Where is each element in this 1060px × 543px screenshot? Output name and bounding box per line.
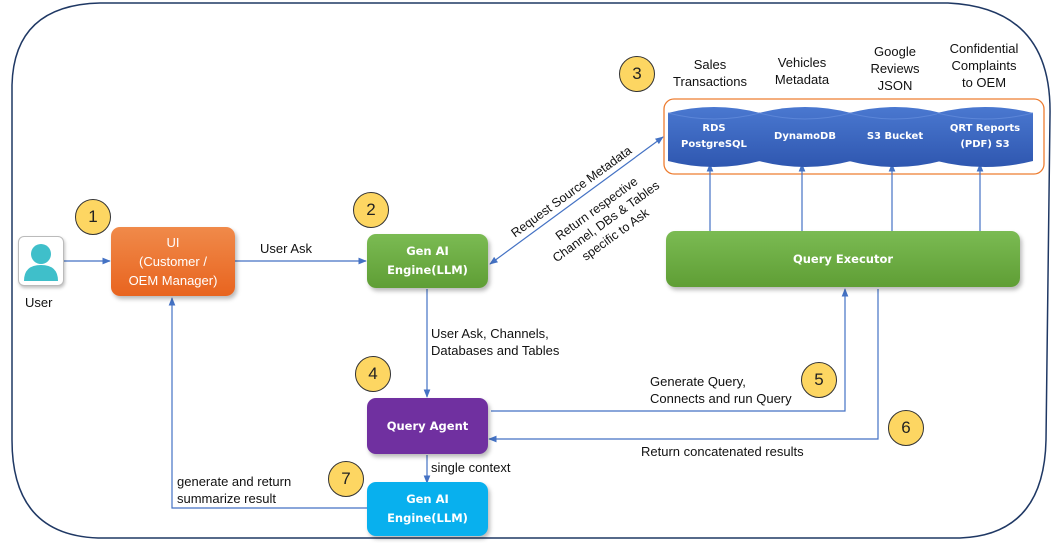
user-actor xyxy=(18,236,64,286)
gen-ai-engine-node: Gen AI Engine(LLM) xyxy=(367,234,488,288)
db-qrt-reports: QRT Reports (PDF) S3 xyxy=(936,103,1034,171)
source-title-vehicles: Vehicles Metadata xyxy=(774,55,830,87)
user-icon xyxy=(24,244,58,281)
step-badge-5: 5 xyxy=(801,362,837,398)
source-title-complaints: Confidential Complaints to OEM xyxy=(949,41,1019,90)
edge-label-user-ask: User Ask xyxy=(260,241,313,256)
source-title-sales: Sales Transactions xyxy=(673,57,747,89)
step-badge-1: 1 xyxy=(75,199,111,235)
source-title-reviews: Google Reviews JSON xyxy=(870,44,920,93)
architecture-diagram: User UI (Customer / OEM Manager) Gen AI … xyxy=(0,0,1060,543)
step-badge-4: 4 xyxy=(355,356,391,392)
db-dynamodb: DynamoDB xyxy=(758,103,852,171)
ui-node: UI (Customer / OEM Manager) xyxy=(111,227,235,296)
gen-ai-engine-summary-node: Gen AI Engine(LLM) xyxy=(367,482,488,536)
edge-label-return-results: Return concatenated results xyxy=(641,444,804,459)
edge-label-single-context: single context xyxy=(431,460,511,475)
query-agent-node: Query Agent xyxy=(367,398,488,454)
db-rds-postgresql: RDS PostgreSQL xyxy=(667,103,761,171)
step-badge-6: 6 xyxy=(888,410,924,446)
step-badge-2: 2 xyxy=(353,192,389,228)
edge-label-summarize: generate and return summarize result xyxy=(177,474,292,506)
step-badge-7: 7 xyxy=(328,461,364,497)
db-s3-bucket: S3 Bucket xyxy=(848,103,942,171)
edge-label-to-agent: User Ask, Channels, Databases and Tables xyxy=(431,326,560,358)
query-executor-node: Query Executor xyxy=(666,231,1020,287)
step-badge-3: 3 xyxy=(619,56,655,92)
edge-label-generate-query: Generate Query, Connects and run Query xyxy=(650,374,792,406)
user-label: User xyxy=(25,295,53,310)
